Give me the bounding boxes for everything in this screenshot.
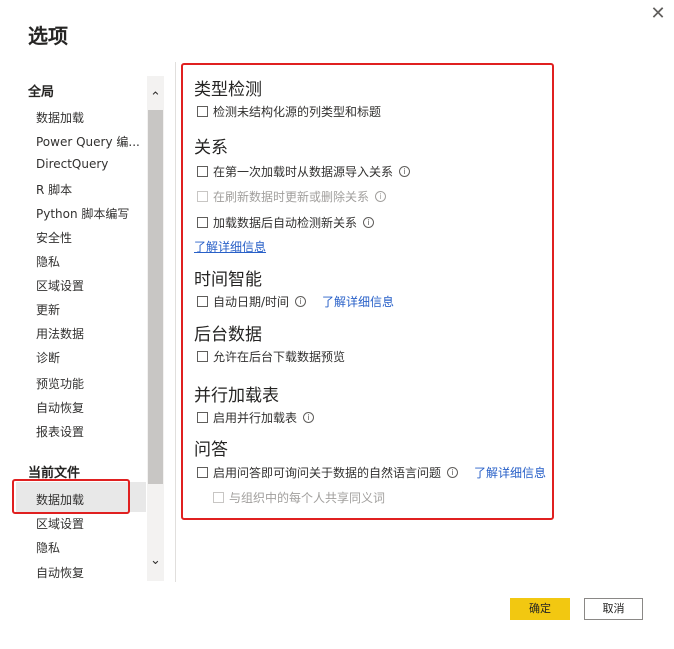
learn-more-link-relationships[interactable]: 了解详细信息 (194, 238, 266, 255)
annotation-highlight-nav (12, 479, 130, 514)
option-import-relationships[interactable]: 在第一次加载时从数据源导入关系 i (197, 163, 411, 180)
option-enable-parallel-loading[interactable]: 启用并行加载表 i (197, 409, 315, 426)
info-icon[interactable]: i (447, 467, 459, 478)
option-share-synonyms: 与组织中的每个人共享同义词 (213, 489, 385, 506)
close-icon[interactable]: ✕ (648, 4, 668, 24)
option-label: 允许在后台下载数据预览 (213, 350, 346, 364)
nav-item-security[interactable]: 安全性 (36, 229, 72, 246)
option-label: 启用并行加载表 (213, 411, 298, 425)
section-title-background-data: 后台数据 (194, 325, 262, 345)
sidebar-scroll-thumb[interactable] (148, 110, 163, 484)
ok-button[interactable]: 确定 (510, 598, 570, 620)
checkbox-update-relationships (197, 191, 208, 202)
nav-item-global-data-load[interactable]: 数据加载 (36, 109, 84, 126)
nav-item-global-privacy[interactable]: 隐私 (36, 253, 60, 270)
nav-item-global-regional-settings[interactable]: 区域设置 (36, 277, 84, 294)
option-label: 加载数据后自动检测新关系 (213, 216, 358, 230)
nav-item-updates[interactable]: 更新 (36, 301, 60, 318)
info-icon[interactable]: i (303, 412, 315, 423)
checkbox-enable-parallel-loading[interactable] (197, 412, 208, 423)
cancel-button[interactable]: 取消 (584, 598, 643, 620)
nav-item-report-settings[interactable]: 报表设置 (36, 423, 84, 440)
option-update-relationships: 在刷新数据时更新或删除关系 i (197, 188, 387, 205)
checkbox-share-synonyms (213, 492, 224, 503)
chevron-down-icon[interactable]: ⌄ (147, 552, 164, 570)
dialog-title: 选项 (28, 24, 68, 48)
nav-item-current-auto-recovery[interactable]: 自动恢复 (36, 564, 84, 581)
option-label: 检测未结构化源的列类型和标题 (213, 105, 382, 119)
option-autodetect-relationships[interactable]: 加载数据后自动检测新关系 i (197, 214, 375, 231)
option-auto-datetime[interactable]: 自动日期/时间 i 了解详细信息 (197, 293, 394, 310)
learn-more-link-time-intelligence[interactable]: 了解详细信息 (322, 293, 394, 310)
nav-item-preview-features[interactable]: 预览功能 (36, 375, 84, 392)
checkbox-auto-datetime[interactable] (197, 296, 208, 307)
info-icon[interactable]: i (295, 296, 307, 307)
nav-item-diagnostics[interactable]: 诊断 (36, 349, 60, 366)
option-label: 启用问答即可询问关于数据的自然语言问题 (213, 466, 442, 480)
info-icon[interactable]: i (363, 217, 375, 228)
option-enable-qna[interactable]: 启用问答即可询问关于数据的自然语言问题 i 了解详细信息 (197, 464, 546, 481)
section-title-parallel-loading: 并行加载表 (194, 386, 279, 406)
checkbox-background-preview[interactable] (197, 351, 208, 362)
nav-heading-global: 全局 (28, 85, 55, 100)
nav-item-power-query-editor[interactable]: Power Query 编... (36, 133, 140, 150)
checkbox-enable-qna[interactable] (197, 467, 208, 478)
learn-more-link-qna[interactable]: 了解详细信息 (474, 464, 546, 481)
section-title-type-detection: 类型检测 (194, 80, 262, 100)
option-label: 与组织中的每个人共享同义词 (229, 491, 386, 505)
section-title-relationships: 关系 (194, 138, 228, 158)
annotation-highlight-main (181, 63, 554, 520)
option-label: 自动日期/时间 (213, 295, 290, 309)
nav-item-usage-data[interactable]: 用法数据 (36, 325, 84, 342)
checkbox-autodetect-relationships[interactable] (197, 217, 208, 228)
panel-divider (175, 62, 176, 582)
option-label: 在刷新数据时更新或删除关系 (213, 190, 370, 204)
nav-item-python-script[interactable]: Python 脚本编写 (36, 205, 129, 222)
chevron-up-icon[interactable]: ⌃ (147, 89, 164, 107)
nav-item-r-script[interactable]: R 脚本 (36, 181, 72, 198)
info-icon[interactable]: i (375, 191, 387, 202)
info-icon[interactable]: i (399, 166, 411, 177)
checkbox-detect-types[interactable] (197, 106, 208, 117)
section-title-time-intelligence: 时间智能 (194, 270, 262, 290)
checkbox-import-relationships[interactable] (197, 166, 208, 177)
nav-item-global-auto-recovery[interactable]: 自动恢复 (36, 399, 84, 416)
option-background-preview[interactable]: 允许在后台下载数据预览 (197, 348, 345, 365)
nav-item-current-regional-settings[interactable]: 区域设置 (36, 515, 84, 532)
nav-item-current-privacy[interactable]: 隐私 (36, 539, 60, 556)
section-title-qna: 问答 (194, 440, 228, 460)
option-detect-types[interactable]: 检测未结构化源的列类型和标题 (197, 103, 381, 120)
option-label: 在第一次加载时从数据源导入关系 (213, 165, 394, 179)
nav-item-directquery[interactable]: DirectQuery (36, 157, 108, 171)
